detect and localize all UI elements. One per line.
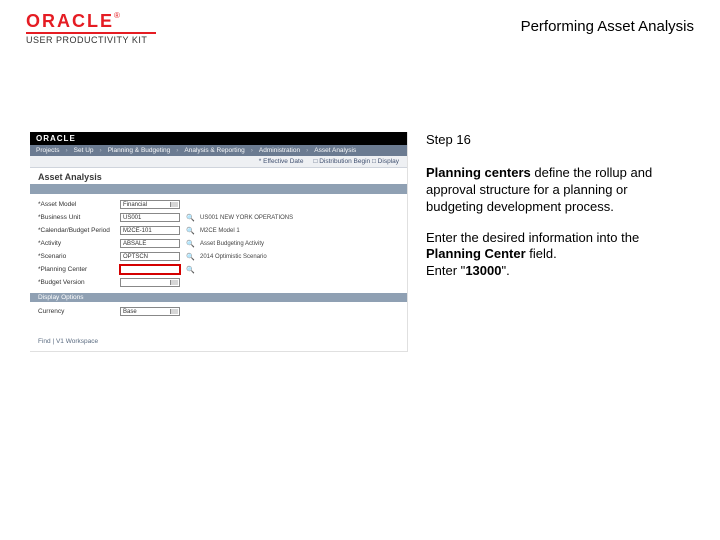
shot-subbar: * Effective Date □ Distribution Begin □ … bbox=[30, 156, 407, 168]
label-currency: Currency bbox=[38, 308, 114, 315]
upk-label: USER PRODUCTIVITY KIT bbox=[26, 35, 156, 45]
bold-planning-centers: Planning centers bbox=[426, 165, 531, 180]
desc: US001 NEW YORK OPERATIONS bbox=[200, 215, 399, 221]
form-row: *Calendar/Budget Period M2CE-101 🔍 M2CE … bbox=[38, 224, 399, 237]
form-row: *Planning Center 🔍 bbox=[38, 263, 399, 276]
nav-item: Administration bbox=[259, 147, 300, 154]
label-asset-model: *Asset Model bbox=[38, 201, 114, 208]
page-title: Performing Asset Analysis bbox=[521, 12, 694, 35]
field-currency[interactable]: Base bbox=[120, 307, 180, 316]
label-activity: *Activity bbox=[38, 240, 114, 247]
field-calendar[interactable]: M2CE-101 bbox=[120, 226, 180, 235]
page-header: ORACLE® USER PRODUCTIVITY KIT Performing… bbox=[0, 0, 720, 51]
oracle-logo: ORACLE® bbox=[26, 12, 156, 30]
label-planning-center: *Planning Center bbox=[38, 266, 114, 273]
form-row: *Activity ABSALE 🔍 Asset Budgeting Activ… bbox=[38, 237, 399, 250]
content-row: ORACLE Projects› Set Up› Planning & Budg… bbox=[30, 132, 700, 352]
shot-brand: ORACLE bbox=[30, 132, 407, 145]
shot-form: *Asset Model Financial *Business Unit US… bbox=[30, 194, 407, 291]
app-screenshot: ORACLE Projects› Set Up› Planning & Budg… bbox=[30, 132, 408, 352]
instruction-panel: Step 16 Planning centers define the roll… bbox=[426, 132, 686, 352]
bold-13000: 13000 bbox=[465, 263, 501, 278]
field-activity[interactable]: ABSALE bbox=[120, 239, 180, 248]
shot-tabrow bbox=[30, 184, 407, 194]
subbar-left: * Effective Date bbox=[259, 158, 304, 165]
shot-bottom: Currency Base bbox=[30, 302, 407, 328]
form-row: *Asset Model Financial bbox=[38, 198, 399, 211]
para3-a: Enter " bbox=[426, 263, 465, 278]
form-row: *Budget Version bbox=[38, 276, 399, 289]
desc: M2CE Model 1 bbox=[200, 228, 399, 234]
oracle-logo-text: ORACLE bbox=[26, 11, 114, 31]
bold-planning-center-field: Planning Center bbox=[426, 246, 526, 261]
field-scenario[interactable]: OPTSCN bbox=[120, 252, 180, 261]
desc: Asset Budgeting Activity bbox=[200, 241, 399, 247]
nav-item: Planning & Budgeting bbox=[108, 147, 171, 154]
para3-b: ". bbox=[501, 263, 509, 278]
form-row: *Scenario OPTSCN 🔍 2014 Optimistic Scena… bbox=[38, 250, 399, 263]
nav-item: Projects bbox=[36, 147, 59, 154]
form-row: *Business Unit US001 🔍 US001 NEW YORK OP… bbox=[38, 211, 399, 224]
lookup-icon[interactable]: 🔍 bbox=[186, 214, 194, 222]
nav-item: Asset Analysis bbox=[314, 147, 356, 154]
lookup-icon[interactable]: 🔍 bbox=[186, 253, 194, 261]
find-workspace: Find | V1 Workspace bbox=[30, 328, 407, 351]
desc: 2014 Optimistic Scenario bbox=[200, 254, 399, 260]
para2-a: Enter the desired information into the bbox=[426, 230, 639, 245]
shot-heading: Asset Analysis bbox=[30, 168, 407, 184]
field-planning-center[interactable] bbox=[120, 265, 180, 274]
label-budget-version: *Budget Version bbox=[38, 279, 114, 286]
label-scenario: *Scenario bbox=[38, 253, 114, 260]
lookup-icon[interactable]: 🔍 bbox=[186, 240, 194, 248]
field-business-unit[interactable]: US001 bbox=[120, 213, 180, 222]
step-number: Step 16 bbox=[426, 132, 686, 149]
field-asset-model[interactable]: Financial bbox=[120, 200, 180, 209]
lookup-icon[interactable]: 🔍 bbox=[186, 227, 194, 235]
section-display-options: Display Options bbox=[30, 293, 407, 302]
label-business-unit: *Business Unit bbox=[38, 214, 114, 221]
shot-nav: Projects› Set Up› Planning & Budgeting› … bbox=[30, 145, 407, 156]
para2-b: field. bbox=[526, 246, 557, 261]
lookup-icon[interactable]: 🔍 bbox=[186, 266, 194, 274]
logo-underline bbox=[26, 32, 156, 34]
field-budget-version[interactable] bbox=[120, 278, 180, 287]
nav-item: Analysis & Reporting bbox=[184, 147, 244, 154]
oracle-tm: ® bbox=[114, 11, 120, 20]
nav-item: Set Up bbox=[74, 147, 94, 154]
instruction-para-2: Enter the desired information into the P… bbox=[426, 230, 686, 281]
label-calendar: *Calendar/Budget Period bbox=[38, 227, 114, 234]
instruction-para-1: Planning centers define the rollup and a… bbox=[426, 165, 686, 216]
subbar-right: □ Distribution Begin □ Display bbox=[313, 158, 399, 165]
oracle-logo-block: ORACLE® USER PRODUCTIVITY KIT bbox=[26, 12, 156, 45]
